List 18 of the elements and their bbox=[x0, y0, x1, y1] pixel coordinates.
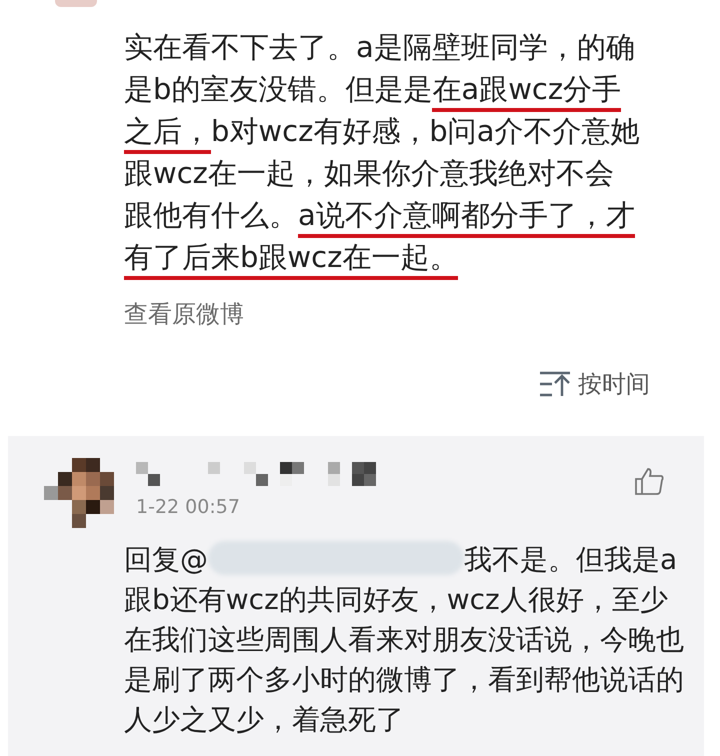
view-original-link[interactable]: 查看原微博 bbox=[124, 298, 244, 330]
post-text-line: 实在看不下去了。a是隔壁班同学，的确 bbox=[124, 29, 635, 66]
thumbs-up-icon bbox=[634, 466, 664, 496]
like-button[interactable] bbox=[634, 466, 664, 496]
comment-text-line: 人少之又少，着急死了 bbox=[124, 703, 404, 736]
sort-by-time-button[interactable]: 按时间 bbox=[538, 368, 650, 400]
post-text-line: 跟wcz在一起，如果你介意我绝对不会 bbox=[124, 155, 614, 192]
post-text-line: 之后，b对wcz有好感，b问a介不介意她 bbox=[124, 112, 640, 154]
comment-text-line: 在我们这些周围人看来对朋友没话说，今晚也 bbox=[124, 623, 684, 656]
post-text-line: 有了后来b跟wcz在一起。 bbox=[124, 238, 458, 280]
post-text-line: 跟他有什么。a说不介意啊都分手了，才 bbox=[124, 196, 635, 238]
comment-text-line: 是刷了两个多小时的微博了，看到帮他说话的 bbox=[124, 663, 684, 696]
comment-text-line: 跟b还有wcz的共同好友，wcz人很好，至少 bbox=[124, 583, 668, 616]
comment-time: 1-22 00:57 bbox=[136, 496, 241, 518]
comment-text-line: 我不是。但我是a bbox=[464, 543, 678, 576]
reply-prefix: 回复@ bbox=[124, 543, 208, 576]
post-text-line: 是b的室友没错。但是是在a跟wcz分手 bbox=[124, 70, 622, 112]
sort-icon bbox=[538, 370, 572, 398]
